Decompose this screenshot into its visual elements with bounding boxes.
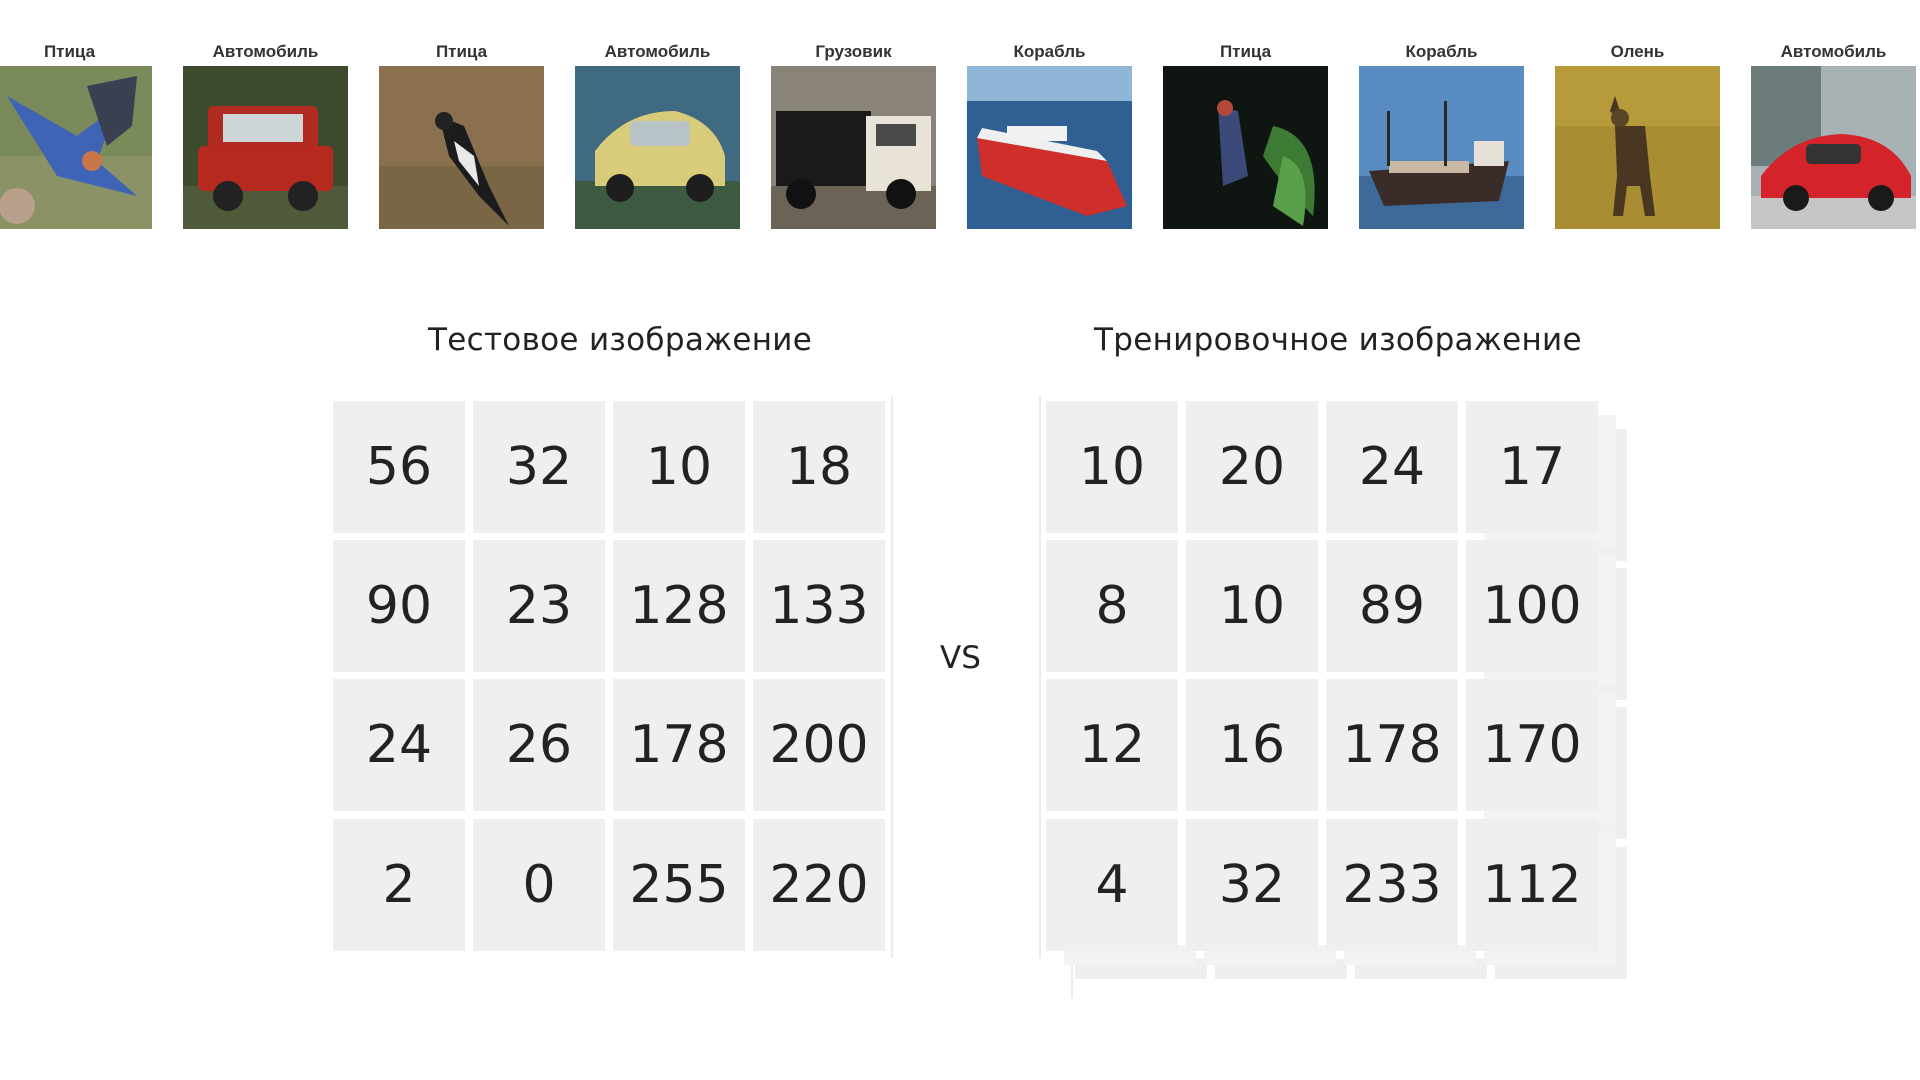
thumbnail-label: Птица <box>1219 42 1272 61</box>
grid-cell: 220 <box>753 819 885 951</box>
thumbnail-ship-1: Корабль <box>967 40 1132 229</box>
grid-cell: 56 <box>333 401 465 533</box>
grid-cell: 133 <box>753 540 885 672</box>
grid-cell: 32 <box>1186 819 1318 951</box>
divider <box>1039 396 1041 958</box>
thumbnail-car-1: Автомобиль <box>183 40 348 229</box>
grid-cell: 233 <box>1326 819 1458 951</box>
cargo-ship-photo <box>1359 66 1524 229</box>
magpie-photo <box>379 66 544 229</box>
thumbnail-bird-2: Птица <box>379 40 544 229</box>
grid-cell: 89 <box>1326 540 1458 672</box>
divider <box>891 396 893 958</box>
grid-cell: 90 <box>333 540 465 672</box>
grid-cell: 26 <box>473 679 605 811</box>
grid-cell: 12 <box>1046 679 1178 811</box>
grid-cell: 32 <box>473 401 605 533</box>
thumbnail-bird-3: Птица <box>1163 40 1328 229</box>
grid-cell: 16 <box>1186 679 1318 811</box>
grid-cell: 128 <box>613 540 745 672</box>
test-image-title: Тестовое изображение <box>428 322 813 358</box>
deer-photo <box>1555 66 1720 229</box>
truck-photo <box>771 66 936 229</box>
grid-cell: 18 <box>753 401 885 533</box>
grid-cell: 10 <box>1186 540 1318 672</box>
grid-cell: 24 <box>1326 401 1458 533</box>
train-image-title: Тренировочное изображение <box>1094 322 1582 358</box>
thumbnail-label: Корабль <box>1405 42 1478 61</box>
grid-cell: 0 <box>473 819 605 951</box>
red-ship-photo <box>967 66 1132 229</box>
yellow-car-photo <box>575 66 740 229</box>
grid-cell: 8 <box>1046 540 1178 672</box>
thumbnail-label: Птица <box>435 42 488 61</box>
grid-cell: 10 <box>613 401 745 533</box>
grid-cell: 20 <box>1186 401 1318 533</box>
thumbnail-label: Птица <box>43 42 96 61</box>
thumbnail-label: Автомобиль <box>1780 42 1887 61</box>
bird-photo <box>0 66 152 229</box>
grid-cell: 17 <box>1466 401 1598 533</box>
thumbnail-deer: Олень <box>1555 40 1720 229</box>
thumbnail-label: Корабль <box>1013 42 1086 61</box>
thumbnail-ship-2: Корабль <box>1359 40 1524 229</box>
grid-cell: 255 <box>613 819 745 951</box>
thumbnail-label: Автомобиль <box>604 42 711 61</box>
grid-cell: 112 <box>1466 819 1598 951</box>
thumbnail-label: Олень <box>1610 42 1665 61</box>
thumbnail-truck: Грузовик <box>771 40 936 229</box>
thumbnail-bird-1: Птица <box>0 40 152 229</box>
thumbnail-car-2: Автомобиль <box>575 40 740 229</box>
grid-cell: 2 <box>333 819 465 951</box>
thumbnail-label: Грузовик <box>815 42 892 61</box>
grid-cell: 178 <box>613 679 745 811</box>
vs-label: VS <box>940 640 981 676</box>
divider <box>1071 960 1073 998</box>
thumbnail-car-3: Автомобиль <box>1751 40 1916 229</box>
grid-cell: 23 <box>473 540 605 672</box>
grid-cell: 200 <box>753 679 885 811</box>
red-coupe-photo <box>1751 66 1916 229</box>
red-car-photo <box>183 66 348 229</box>
grid-cell: 178 <box>1326 679 1458 811</box>
thumbnail-label: Автомобиль <box>212 42 319 61</box>
grid-cell: 24 <box>333 679 465 811</box>
grid-cell: 10 <box>1046 401 1178 533</box>
grid-cell: 4 <box>1046 819 1178 951</box>
dark-bird-photo <box>1163 66 1328 229</box>
grid-cell: 100 <box>1466 540 1598 672</box>
grid-cell: 170 <box>1466 679 1598 811</box>
